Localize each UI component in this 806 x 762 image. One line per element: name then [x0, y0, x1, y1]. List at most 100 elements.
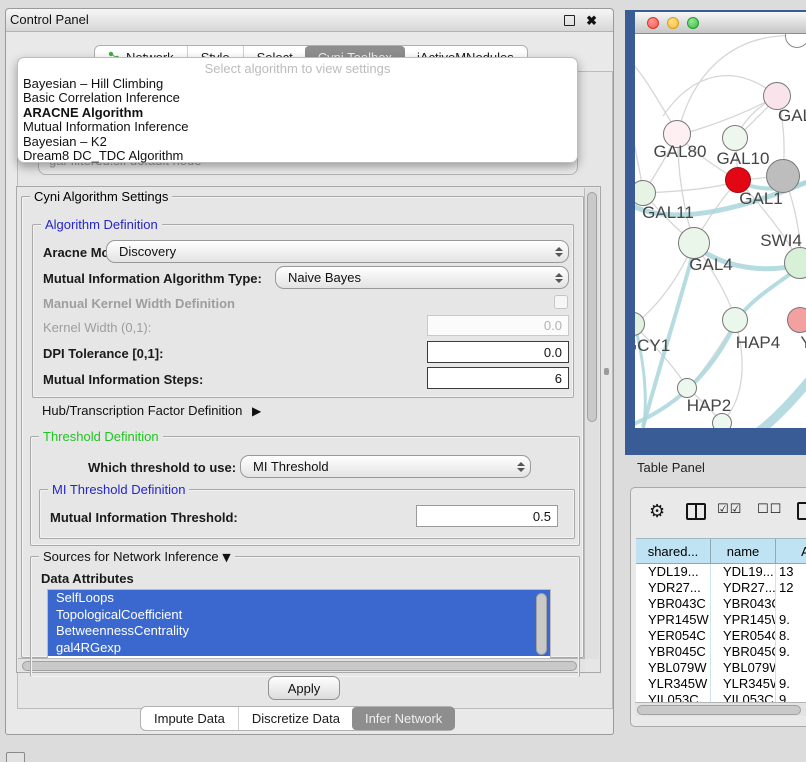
dropdown-item[interactable]: Dream8 DC_TDC Algorithm [18, 149, 577, 163]
network-node[interactable] [787, 307, 806, 333]
cell-shared-name[interactable]: YBL079W [636, 660, 710, 676]
threshold-definition-group: Threshold Definition Which threshold to … [30, 436, 580, 546]
table-row[interactable]: YBR045CYBR045C9. [636, 644, 806, 660]
mi-steps-field[interactable] [427, 367, 569, 389]
table-horizontal-scrollbar[interactable] [635, 702, 806, 716]
cell-shared-name[interactable]: YER054C [636, 628, 710, 644]
split-columns-icon[interactable] [686, 503, 706, 520]
list-item[interactable]: gal4RGexp [48, 640, 550, 657]
select-all-checkboxes-icon[interactable]: ☑☑ [717, 502, 742, 517]
cell-value[interactable]: 8. [775, 628, 806, 644]
cell-name[interactable]: YDL19... [710, 564, 775, 580]
cell-name[interactable]: YBL079W [710, 660, 775, 676]
list-item[interactable]: BetweennessCentrality [48, 623, 550, 640]
tab-impute-data[interactable]: Impute Data [141, 707, 238, 730]
cell-name[interactable]: YBR043C [710, 596, 775, 612]
table-header-row: shared... name A [636, 538, 806, 564]
minimize-traffic-light-icon[interactable] [667, 17, 679, 29]
column-header[interactable]: shared... [636, 539, 710, 563]
cell-name[interactable]: YDR27... [710, 580, 775, 596]
table-row[interactable]: YDL19...YDL19...13 [636, 564, 806, 580]
dpi-tolerance-field[interactable] [427, 341, 569, 363]
network-node[interactable] [766, 159, 800, 193]
cell-name[interactable]: YPR145W [710, 612, 775, 628]
mi-algorithm-type-combo[interactable]: Naive Bayes [275, 266, 569, 289]
column-header[interactable]: A [775, 539, 806, 563]
cell-name[interactable]: YER054C [710, 628, 775, 644]
cell-value[interactable]: 12 [775, 580, 806, 596]
tab-infer-network[interactable]: Infer Network [352, 707, 455, 730]
table-row[interactable]: YBR043CYBR043C [636, 596, 806, 612]
data-attributes-list[interactable]: SelfLoops TopologicalCoefficient Between… [47, 589, 551, 659]
node-label: GAL4 [689, 255, 732, 275]
dropdown-item[interactable]: Basic Correlation Inference [18, 91, 577, 105]
node-label: GCY1 [635, 336, 670, 356]
cell-value[interactable]: 9. [775, 644, 806, 660]
dropdown-item[interactable]: Mutual Information Inference [18, 120, 577, 134]
dropdown-item[interactable]: Bayesian – Hill Climbing [18, 77, 577, 91]
dropdown-item-selected[interactable]: ARACNE Algorithm [18, 106, 577, 120]
table-row[interactable]: YDR27...YDR27...12 [636, 580, 806, 596]
dpi-tolerance-label: DPI Tolerance [0,1]: [43, 346, 163, 361]
network-node[interactable] [722, 125, 748, 151]
network-canvas[interactable]: GAL GAL80 GAL10 GAL1 GAL11 SWI4 GAL4 GCY… [635, 34, 806, 428]
cell-value[interactable]: 13 [775, 564, 806, 580]
tab-discretize-data[interactable]: Discretize Data [238, 707, 353, 730]
manual-kernel-width-label: Manual Kernel Width Definition [43, 296, 235, 311]
table-row[interactable]: YBL079WYBL079W [636, 660, 806, 676]
cell-shared-name[interactable]: YLR345W [636, 676, 710, 692]
list-item[interactable]: SelfLoops [48, 590, 550, 607]
cell-shared-name[interactable]: YDL19... [636, 564, 710, 580]
minimized-panel-icon[interactable] [6, 752, 25, 762]
cell-shared-name[interactable]: YBR043C [636, 596, 710, 612]
kernel-width-field[interactable] [427, 315, 569, 336]
new-table-icon[interactable] [797, 502, 806, 520]
node-table: shared... name A YDL19...YDL19...13 YDR2… [636, 538, 806, 710]
network-window-titlebar[interactable] [635, 12, 806, 34]
cell-name[interactable]: YLR345W [710, 676, 775, 692]
table-row[interactable]: YER054CYER054C8. [636, 628, 806, 644]
close-icon[interactable]: ✖ [586, 13, 597, 29]
collapse-down-icon[interactable]: ▼ [222, 551, 230, 564]
mi-threshold-field[interactable] [416, 505, 558, 527]
deselect-all-checkboxes-icon[interactable]: ☐☐ [757, 502, 782, 517]
cell-value[interactable]: 9. [775, 612, 806, 628]
node-label: GAL [778, 106, 806, 126]
cell-value[interactable] [775, 596, 806, 612]
close-traffic-light-icon[interactable] [647, 17, 659, 29]
list-item[interactable]: TopologicalCoefficient [48, 607, 550, 624]
dropdown-item[interactable]: Bayesian – K2 [18, 135, 577, 149]
cell-value[interactable] [775, 660, 806, 676]
cell-value[interactable]: 9. [775, 676, 806, 692]
apply-button[interactable]: Apply [268, 676, 340, 700]
cell-shared-name[interactable]: YDR27... [636, 580, 710, 596]
vertical-scrollbar-thumb[interactable] [587, 192, 597, 422]
float-window-icon[interactable] [564, 15, 575, 26]
screenshot-root: Control Panel ✖ Network Style Select Cyn… [0, 0, 806, 762]
algorithm-definition-legend: Algorithm Definition [41, 217, 162, 232]
cell-name[interactable]: YBR045C [710, 644, 775, 660]
aracne-mode-value: Discovery [107, 244, 550, 259]
gear-icon[interactable]: ⚙ [649, 501, 665, 522]
cell-shared-name[interactable]: YBR045C [636, 644, 710, 660]
zoom-traffic-light-icon[interactable] [687, 17, 699, 29]
cell-shared-name[interactable]: YPR145W [636, 612, 710, 628]
aracne-mode-combo[interactable]: Discovery [106, 240, 569, 263]
vertical-scrollbar[interactable] [584, 188, 599, 659]
network-node[interactable] [722, 307, 748, 333]
table-row[interactable]: YPR145WYPR145W9. [636, 612, 806, 628]
expand-right-icon: ▶ [252, 404, 261, 418]
which-threshold-combo[interactable]: MI Threshold [240, 455, 531, 478]
control-panel-titlebar: Control Panel ✖ [6, 9, 613, 32]
tab-infer-network-label: Infer Network [365, 711, 442, 726]
table-row[interactable]: YLR345WYLR345W9. [636, 676, 806, 692]
list-scrollbar-thumb[interactable] [536, 593, 547, 655]
node-label: GAL11 [642, 203, 694, 223]
hub-tf-definition-toggle[interactable]: Hub/Transcription Factor Definition ▶ [42, 403, 261, 418]
column-header[interactable]: name [710, 539, 775, 563]
splitpane-divider-handle[interactable] [604, 368, 609, 375]
table-horizontal-scrollbar-thumb[interactable] [637, 705, 801, 715]
cyni-algorithm-settings-group: Cyni Algorithm Settings Algorithm Defini… [21, 196, 584, 658]
manual-kernel-width-checkbox[interactable] [554, 295, 568, 309]
network-node[interactable] [677, 378, 697, 398]
